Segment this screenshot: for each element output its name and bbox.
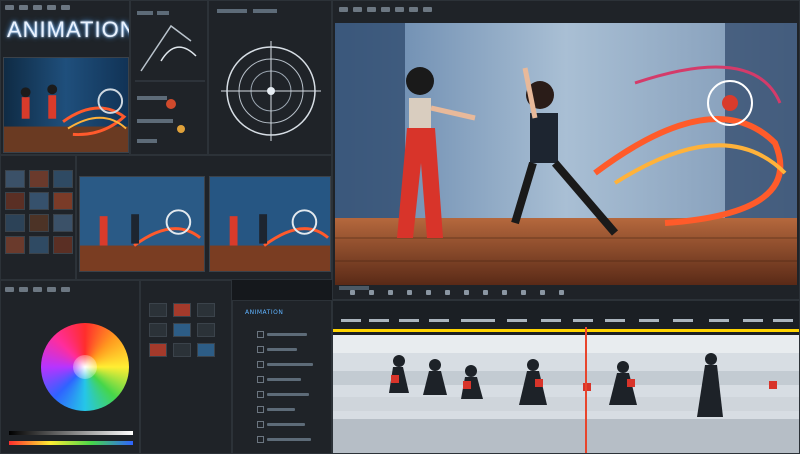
playback-button[interactable]	[521, 290, 526, 295]
playback-button[interactable]	[502, 290, 507, 295]
eye-icon[interactable]	[257, 375, 264, 383]
asset-thumbnail[interactable]	[5, 192, 25, 210]
eye-icon[interactable]	[257, 330, 264, 338]
viewport-tool[interactable]	[339, 7, 348, 12]
layer-row[interactable]	[257, 404, 313, 414]
property-icon[interactable]	[173, 323, 191, 337]
frame-preview-2[interactable]	[209, 176, 331, 272]
eye-icon[interactable]	[257, 435, 264, 443]
playback-button[interactable]	[369, 290, 374, 295]
asset-thumbnail[interactable]	[53, 236, 73, 254]
asset-thumbnail[interactable]	[29, 236, 49, 254]
viewport-tool[interactable]	[409, 7, 418, 12]
swatch-slider[interactable]	[9, 431, 133, 435]
property-icon[interactable]	[197, 323, 215, 337]
tool-options-panel	[130, 0, 208, 155]
eye-icon[interactable]	[257, 420, 264, 428]
asset-thumbnail[interactable]	[5, 170, 25, 188]
color-tool[interactable]	[33, 287, 42, 292]
scene-canvas[interactable]	[335, 23, 797, 285]
layer-row[interactable]	[257, 359, 313, 369]
color-tool[interactable]	[47, 287, 56, 292]
layers-panel: ANIMATION	[232, 300, 332, 454]
playback-button[interactable]	[445, 290, 450, 295]
play-icon[interactable]	[350, 290, 355, 295]
playback-button[interactable]	[426, 290, 431, 295]
asset-thumbnail[interactable]	[53, 192, 73, 210]
property-icon[interactable]	[197, 343, 215, 357]
color-tool[interactable]	[19, 287, 28, 292]
property-icon[interactable]	[173, 343, 191, 357]
menu-item[interactable]	[61, 5, 70, 10]
menu-item[interactable]	[47, 5, 56, 10]
color-wheel-center	[73, 355, 97, 379]
asset-thumbnail[interactable]	[53, 170, 73, 188]
frame-thumbnails	[76, 155, 332, 280]
viewport-tool[interactable]	[381, 7, 390, 12]
property-icon[interactable]	[149, 323, 167, 337]
asset-browser	[0, 155, 76, 280]
asset-thumbnail[interactable]	[29, 192, 49, 210]
color-tool[interactable]	[5, 287, 14, 292]
eye-icon[interactable]	[257, 360, 264, 368]
layer-row[interactable]	[257, 419, 313, 429]
playback-button[interactable]	[540, 290, 545, 295]
layer-row[interactable]	[257, 389, 313, 399]
main-viewport[interactable]	[332, 0, 800, 300]
frame-preview-1[interactable]	[79, 176, 205, 272]
radial-tool-panel	[208, 0, 332, 155]
menu-item[interactable]	[19, 5, 28, 10]
properties-panel	[140, 280, 232, 454]
project-panel: ANIMATION	[0, 0, 130, 155]
color-panel-toolbar	[5, 287, 70, 292]
viewport-tool[interactable]	[395, 7, 404, 12]
layer-row[interactable]	[257, 329, 313, 339]
property-icon[interactable]	[149, 343, 167, 357]
radial-tool-icon[interactable]	[209, 1, 332, 155]
color-panel	[0, 280, 140, 454]
property-icon[interactable]	[173, 303, 191, 317]
viewport-tool[interactable]	[367, 7, 376, 12]
property-icon[interactable]	[149, 303, 167, 317]
asset-thumbnail[interactable]	[5, 214, 25, 232]
asset-thumbnail[interactable]	[29, 170, 49, 188]
app-title: ANIMATION	[7, 17, 130, 42]
curve-tool-icon[interactable]	[131, 1, 208, 155]
asset-thumbnail[interactable]	[53, 214, 73, 232]
layers-title: ANIMATION	[245, 309, 284, 316]
menu-item[interactable]	[5, 5, 14, 10]
eye-icon[interactable]	[257, 390, 264, 398]
eye-icon[interactable]	[257, 405, 264, 413]
playback-button[interactable]	[464, 290, 469, 295]
swatch-slider[interactable]	[9, 441, 133, 445]
asset-thumbnail[interactable]	[29, 214, 49, 232]
viewport-tool[interactable]	[423, 7, 432, 12]
color-tool[interactable]	[61, 287, 70, 292]
playback-button[interactable]	[483, 290, 488, 295]
eye-icon[interactable]	[257, 345, 264, 353]
playback-button[interactable]	[388, 290, 393, 295]
layer-row[interactable]	[257, 434, 313, 444]
timeline-panel[interactable]	[332, 300, 800, 454]
viewport-toolbar	[339, 7, 432, 12]
layer-row[interactable]	[257, 374, 313, 384]
layer-row[interactable]	[257, 344, 313, 354]
top-menu-bar	[5, 5, 70, 10]
playback-button[interactable]	[407, 290, 412, 295]
timeline-canvas[interactable]	[333, 301, 800, 454]
playback-button[interactable]	[559, 290, 564, 295]
viewport-tool[interactable]	[353, 7, 362, 12]
timeline-ruler	[333, 329, 799, 332]
property-icon[interactable]	[197, 303, 215, 317]
preview-thumbnail[interactable]	[3, 57, 129, 153]
menu-item[interactable]	[33, 5, 42, 10]
asset-thumbnail[interactable]	[5, 236, 25, 254]
playback-controls	[350, 290, 564, 295]
